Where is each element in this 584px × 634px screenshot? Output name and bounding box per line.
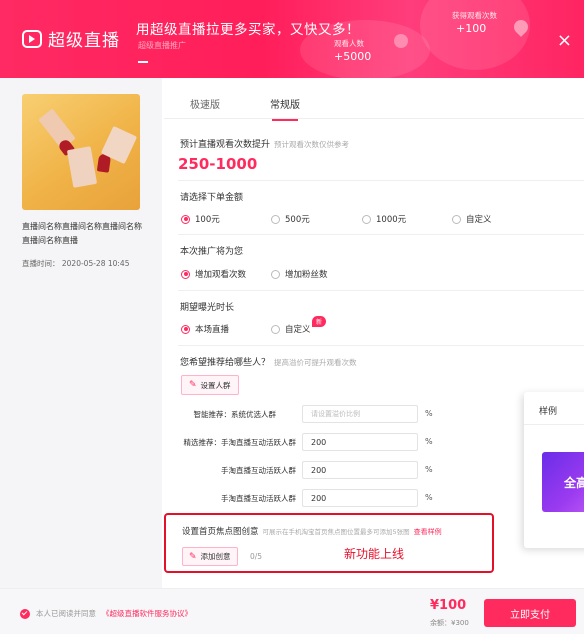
set-audience-button[interactable]: ✎ 设置人群 [181, 375, 239, 395]
premium-value-input[interactable]: 200 [302, 489, 418, 507]
percent-unit: % [425, 493, 433, 502]
agreement-link[interactable]: 《超级直播软件服务协议》 [102, 608, 192, 619]
live-cover-image [22, 94, 140, 210]
tab-divider [164, 118, 584, 119]
live-time: 直播时间： 2020-05-28 10:45 [22, 259, 130, 268]
goal-options: 增加观看次数 增加粉丝数 [181, 268, 328, 280]
banner-stat-value: +100 [456, 22, 487, 35]
account-balance: 余额：¥300 [430, 619, 469, 627]
goal-option-fans[interactable]: 增加粉丝数 [271, 268, 328, 280]
carousel-indicator[interactable] [138, 61, 148, 63]
percent-unit: % [425, 409, 433, 418]
user-avatar-icon [394, 34, 408, 48]
sample-divider [524, 424, 584, 425]
audience-row: 智能推荐：系统优选人群 [193, 410, 277, 419]
banner-subline: 超级直播推广 [138, 41, 186, 50]
live-room-title: 直播间名称直播间名称直播间名称直播间名称直播 [22, 222, 142, 245]
duration-options: 本场直播 自定义 [181, 323, 311, 335]
view-sample-link[interactable]: 查看样例 [414, 528, 442, 536]
creative-title: 设置首页焦点图创意 可展示在手机淘宝首页焦点图位置最多可添加5张图 查看样例 [182, 527, 442, 537]
banner-stat-label: 观看人数 [334, 39, 364, 48]
amount-option-custom[interactable]: 自定义 [452, 213, 492, 225]
agree-checkbox[interactable] [20, 608, 30, 619]
amount-option-1000[interactable]: 1000元 [362, 213, 452, 225]
amount-option-500[interactable]: 500元 [271, 213, 362, 225]
promo-banner: 超级直播 用超级直播拉更多买家，又快又多！ 超级直播推广 获得观看次数 +100… [0, 0, 584, 78]
live-room-panel: 直播间名称直播间名称直播间名称直播间名称直播 直播时间： 2020-05-28 … [0, 78, 162, 588]
app-logo: 超级直播 [22, 26, 120, 51]
audience-label: 您希望推荐给哪些人？ 提高溢价可提升观看次数 [180, 358, 357, 368]
section-divider [178, 234, 584, 235]
banner-stat-label: 获得观看次数 [452, 11, 497, 20]
banner-headline: 用超级直播拉更多买家，又快又多！ [136, 22, 360, 38]
brand-name: 超级直播 [48, 31, 120, 51]
duration-label: 期望曝光时长 [180, 303, 235, 313]
premium-ratio-input[interactable]: 请设置溢价比例 [302, 405, 418, 423]
total-price: ¥100 [430, 598, 467, 613]
pencil-icon: ✎ [189, 380, 197, 390]
creative-count: 0/5 [250, 552, 263, 561]
banner-stat-value: +5000 [334, 50, 372, 63]
amount-option-100[interactable]: 100元 [181, 213, 271, 225]
premium-value-input[interactable]: 200 [302, 461, 418, 479]
add-creative-button[interactable]: ✎ 添加创意 [182, 547, 238, 566]
live-play-icon [22, 29, 42, 48]
focus-creative-section: 设置首页焦点图创意 可展示在手机淘宝首页焦点图位置最多可添加5张图 查看样例 ✎ 添… [164, 513, 494, 573]
amount-label: 请选择下单金额 [180, 193, 244, 203]
section-divider [178, 290, 584, 291]
sample-title: 样例 [539, 407, 558, 417]
goal-option-views[interactable]: 增加观看次数 [181, 268, 271, 280]
duration-option-current[interactable]: 本场直播 [181, 323, 271, 335]
agreement: 本人已阅读并同意 《超级直播软件服务协议》 [20, 608, 192, 619]
audience-row: 手淘直播互动活跃人群 [221, 494, 296, 503]
pencil-icon: ✎ [189, 551, 197, 562]
pay-now-button[interactable]: 立即支付 [484, 599, 576, 627]
percent-unit: % [425, 465, 433, 474]
premium-value-input[interactable]: 200 [302, 433, 418, 451]
close-icon[interactable]: × [557, 32, 572, 50]
sample-popup: 样例 全高 [524, 392, 584, 548]
section-divider [178, 345, 584, 346]
amount-options: 100元 500元 1000元 自定义 [181, 213, 492, 225]
sample-image: 全高 [542, 452, 584, 512]
audience-row: 手淘直播互动活跃人群 [221, 466, 296, 475]
estimate-range: 250-1000 [178, 155, 258, 173]
estimate-label: 预计直播观看次数提升 预计观看次数仅供参考 [180, 140, 350, 150]
duration-option-custom[interactable]: 自定义 [271, 323, 311, 335]
new-feature-label: 新功能上线 [344, 547, 405, 561]
percent-unit: % [425, 437, 433, 446]
audience-row: 精选推荐：手淘直播互动活跃人群 [183, 438, 297, 447]
goal-label: 本次推广将为您 [180, 247, 244, 257]
new-badge: 新 [312, 316, 327, 327]
footer-bar: 本人已阅读并同意 《超级直播软件服务协议》 ¥100 余额：¥300 立即支付 [0, 588, 584, 634]
section-divider [178, 180, 584, 181]
